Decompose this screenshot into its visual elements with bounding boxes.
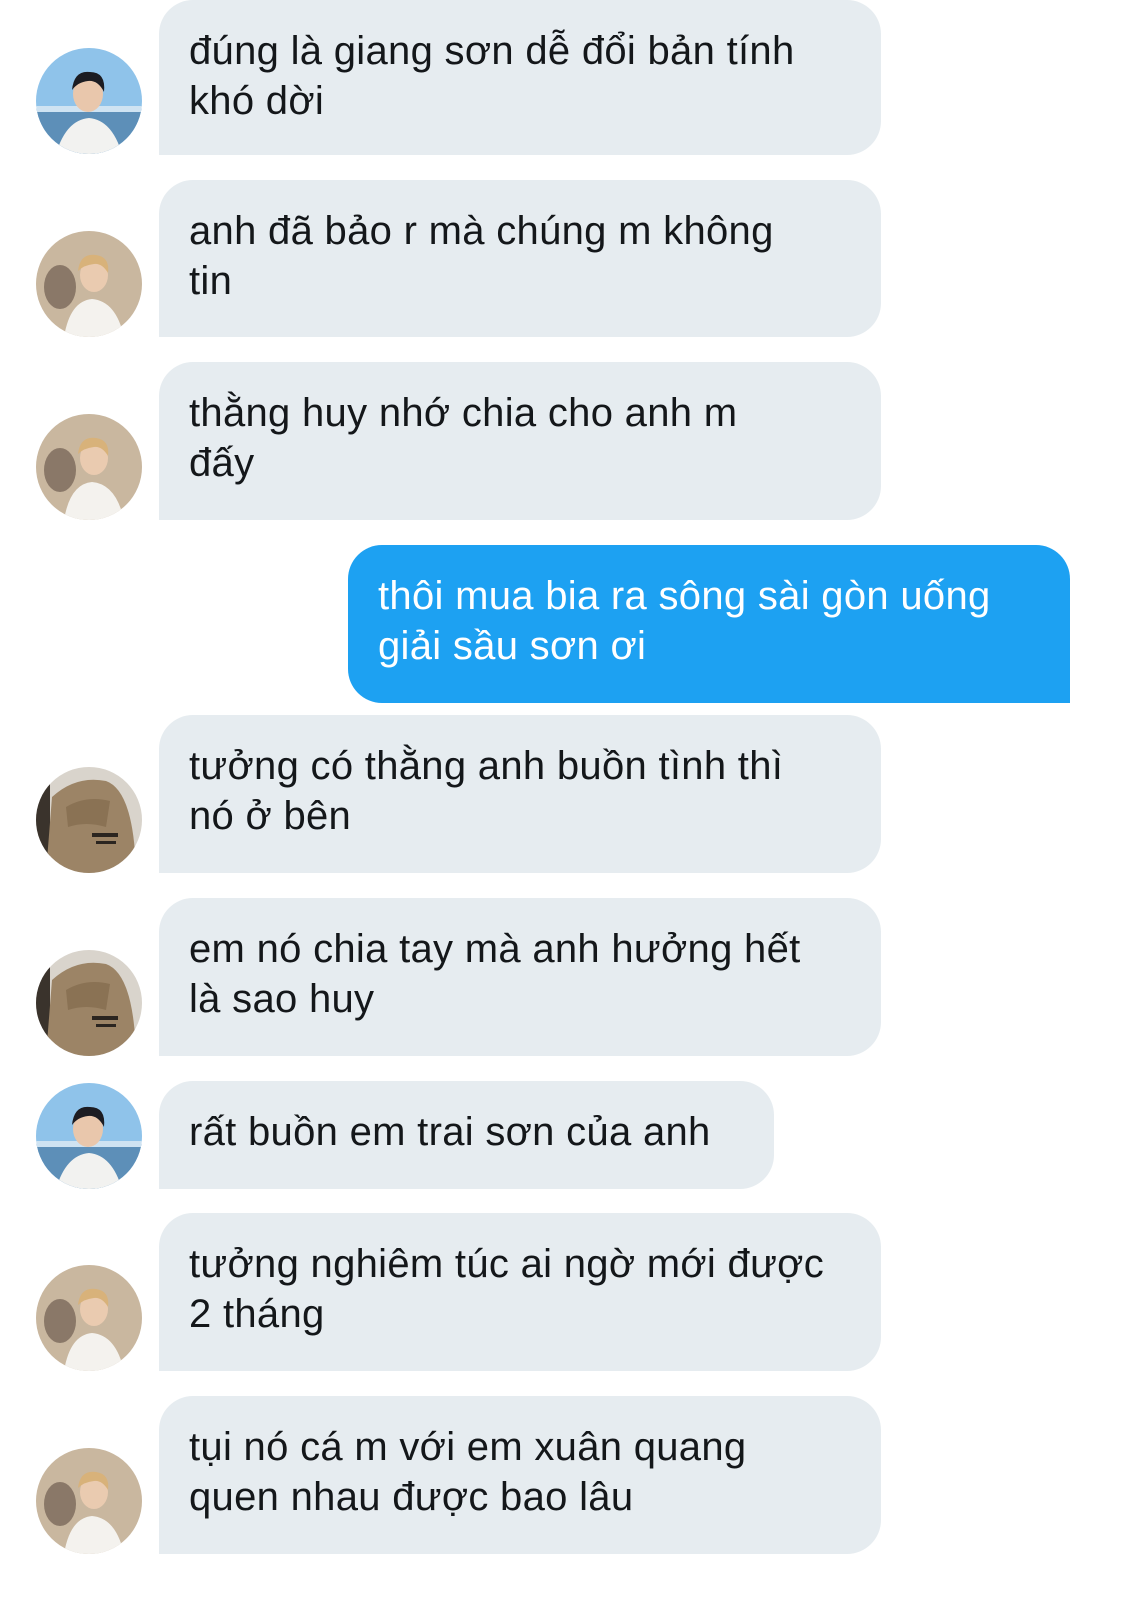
avatar-hoodie-icon bbox=[36, 767, 142, 873]
avatar[interactable] bbox=[36, 1448, 142, 1554]
incoming-message-bubble[interactable]: đúng là giang sơn dễ đổi bản tính khó dờ… bbox=[159, 0, 881, 155]
incoming-message-bubble[interactable]: tưởng nghiêm túc ai ngờ mới được 2 tháng bbox=[159, 1213, 881, 1371]
incoming-message-bubble[interactable]: anh đã bảo r mà chúng m không tin bbox=[159, 180, 881, 337]
message-thread: đúng là giang sơn dễ đổi bản tính khó dờ… bbox=[0, 0, 1125, 1597]
incoming-message-bubble[interactable]: em nó chia tay mà anh hưởng hết là sao h… bbox=[159, 898, 881, 1056]
avatar[interactable] bbox=[36, 414, 142, 520]
avatar[interactable] bbox=[36, 1265, 142, 1371]
avatar-hoodie-icon bbox=[36, 950, 142, 1056]
avatar-white-shirt-icon bbox=[36, 1265, 142, 1371]
outgoing-message-bubble[interactable]: thôi mua bia ra sông sài gòn uống giải s… bbox=[348, 545, 1070, 703]
avatar-sea-boy-icon bbox=[36, 1083, 142, 1189]
incoming-message-bubble[interactable]: tưởng có thằng anh buồn tình thì nó ở bê… bbox=[159, 715, 881, 873]
avatar-sea-boy-icon bbox=[36, 48, 142, 154]
avatar-white-shirt-icon bbox=[36, 231, 142, 337]
avatar[interactable] bbox=[36, 1083, 142, 1189]
incoming-message-bubble[interactable]: rất buồn em trai sơn của anh bbox=[159, 1081, 774, 1189]
avatar-white-shirt-icon bbox=[36, 414, 142, 520]
avatar[interactable] bbox=[36, 48, 142, 154]
incoming-message-bubble[interactable]: thằng huy nhớ chia cho anh m đấy bbox=[159, 362, 881, 520]
avatar[interactable] bbox=[36, 767, 142, 873]
avatar[interactable] bbox=[36, 950, 142, 1056]
incoming-message-bubble[interactable]: tụi nó cá m với em xuân quang quen nhau … bbox=[159, 1396, 881, 1554]
avatar-white-shirt-icon bbox=[36, 1448, 142, 1554]
avatar[interactable] bbox=[36, 231, 142, 337]
